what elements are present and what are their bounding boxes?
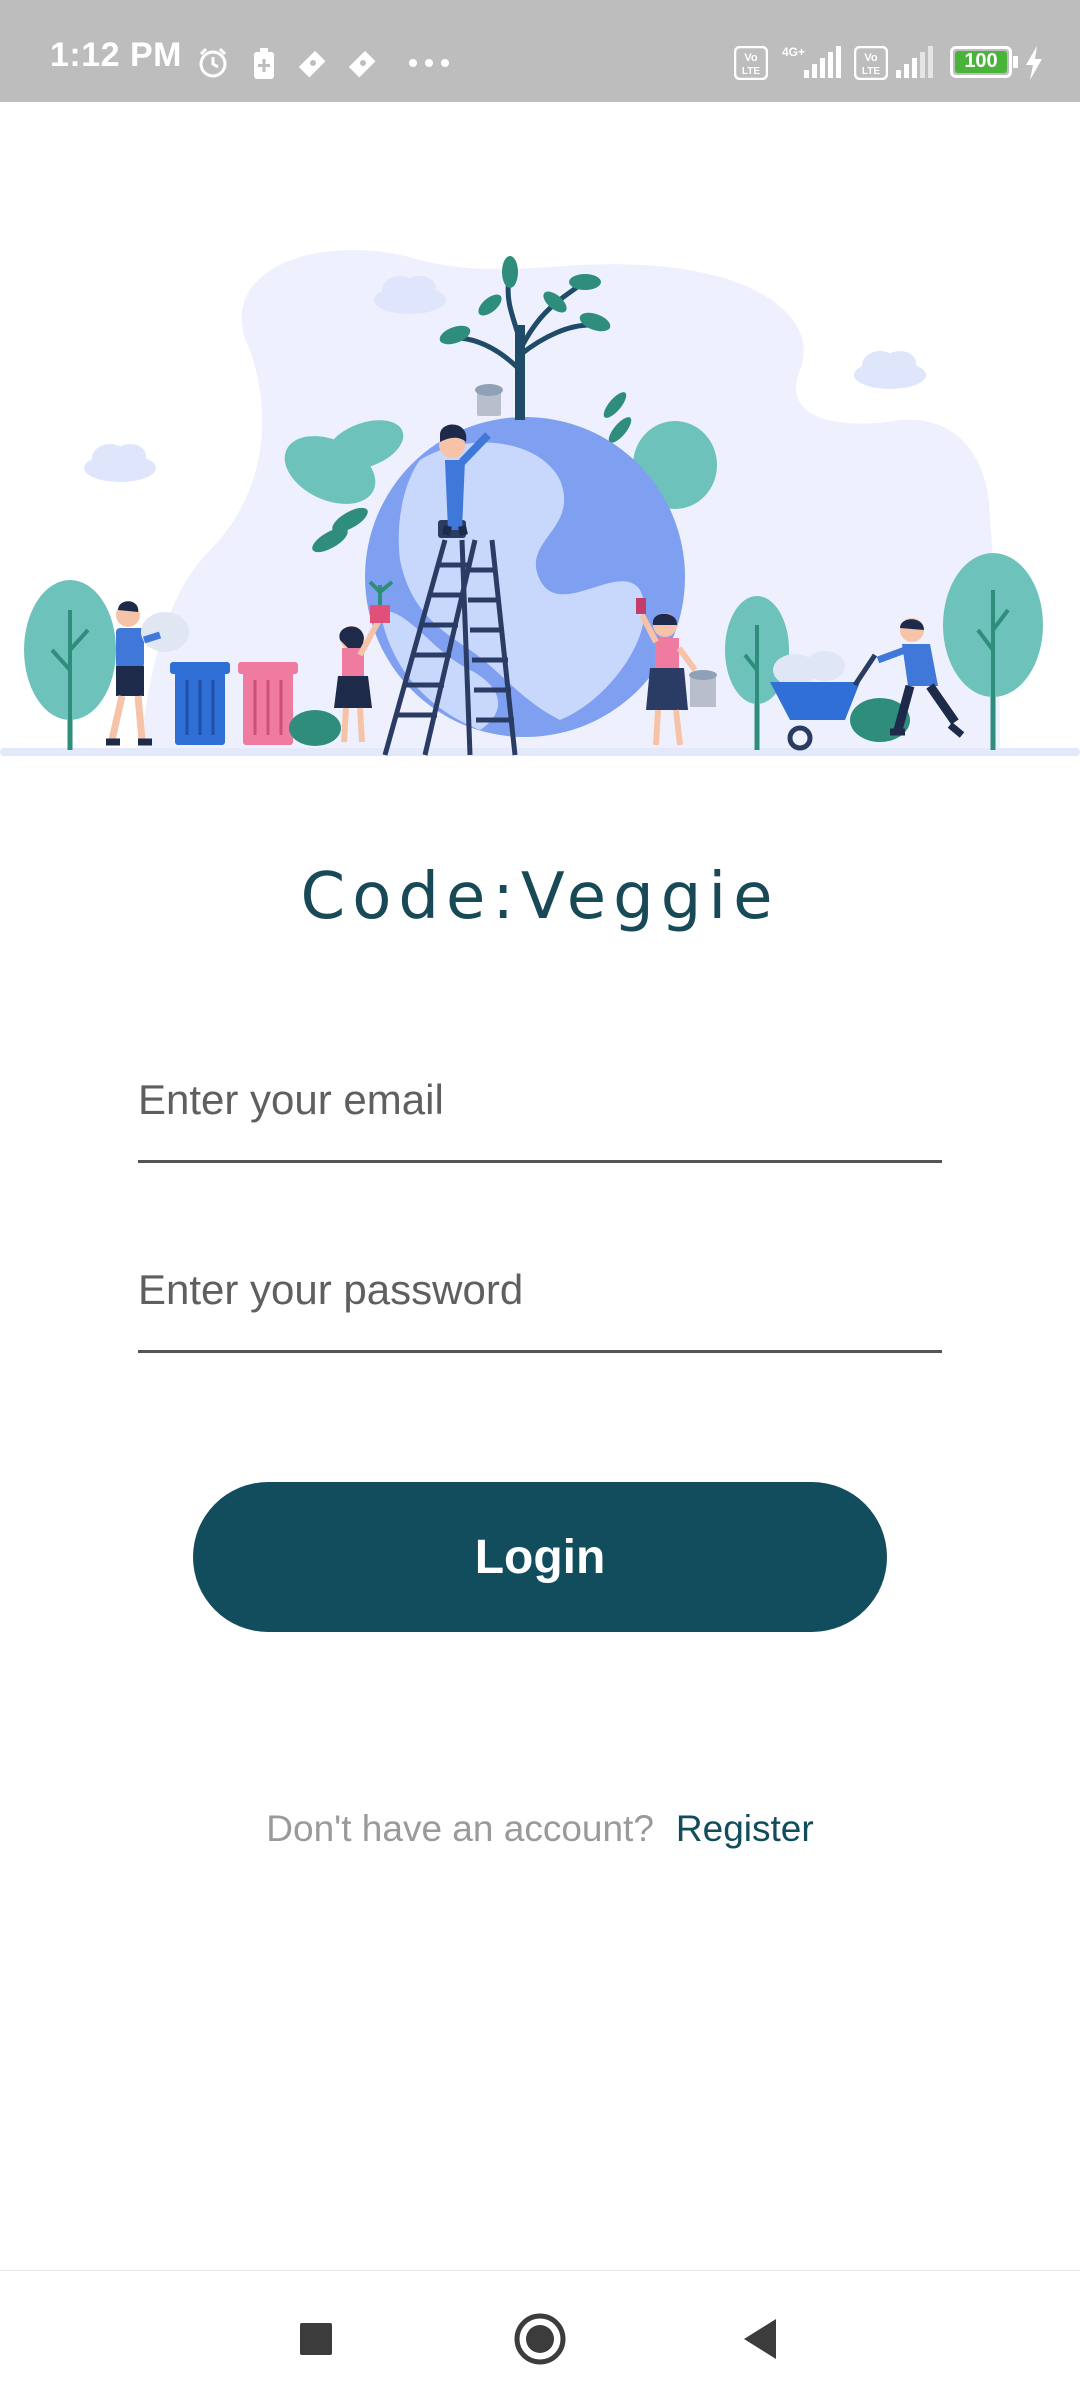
status-bar: 1:12 PM Vo LTE 4G+ Vo LTE 100 (0, 0, 1080, 102)
svg-text:Vo: Vo (864, 52, 878, 64)
svg-text:Vo: Vo (744, 52, 758, 64)
volte-icon: Vo LTE (734, 46, 768, 80)
battery-tip (1013, 56, 1018, 68)
svg-text:4G+: 4G+ (782, 45, 805, 59)
4g-signal-icon: 4G+ (782, 45, 841, 78)
more-dots-icon (409, 59, 449, 67)
alarm-icon (199, 47, 227, 78)
volte-icon: Vo LTE (854, 46, 888, 80)
charging-icon (1026, 46, 1042, 80)
ticket-icon (298, 50, 326, 78)
hero-illustration (0, 250, 1080, 756)
app-title: Code:Veggie (300, 860, 780, 934)
ticket-icon (348, 50, 376, 78)
battery-icon: 100 (950, 46, 1012, 78)
password-field[interactable] (138, 1230, 942, 1353)
recents-square-icon[interactable] (276, 2299, 356, 2379)
register-row: Don't have an account? Register (0, 1808, 1080, 1850)
svg-text:LTE: LTE (862, 66, 880, 77)
battery-level: 100 (964, 50, 998, 72)
email-field[interactable] (138, 1040, 942, 1163)
login-button[interactable]: Login (193, 1482, 887, 1632)
svg-text:LTE: LTE (742, 66, 760, 77)
signal-icon (896, 46, 933, 78)
back-triangle-icon[interactable] (722, 2299, 802, 2379)
battery-saver-icon (254, 48, 274, 79)
status-time: 1:12 PM (50, 36, 182, 74)
home-circle-icon[interactable] (500, 2299, 580, 2379)
register-link[interactable]: Register (676, 1808, 814, 1849)
register-prompt: Don't have an account? (266, 1808, 654, 1849)
navigation-bar (0, 2270, 1080, 2401)
